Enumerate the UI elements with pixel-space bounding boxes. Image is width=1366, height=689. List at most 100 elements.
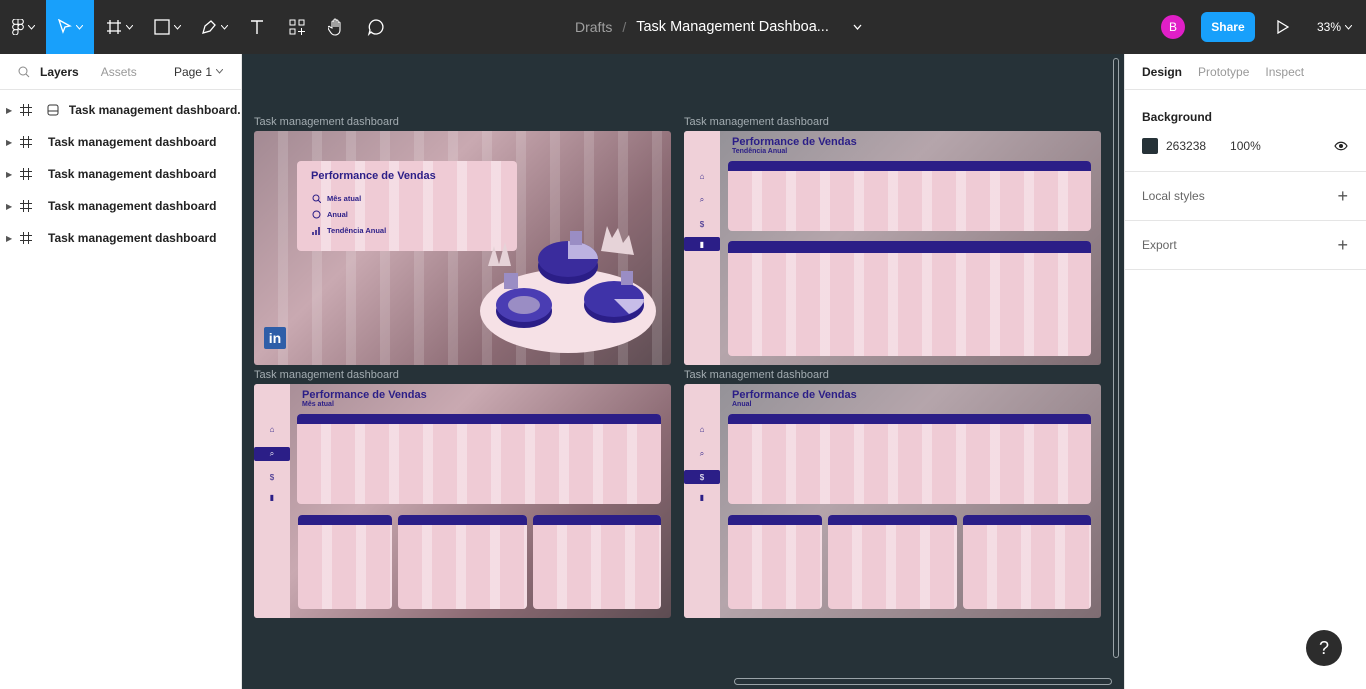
mini-sidebar: ⌂ ⌕ $ ▮ bbox=[684, 131, 720, 365]
chevron-down-icon bbox=[173, 24, 181, 30]
dashboard-title: Performance de Vendas bbox=[732, 389, 857, 401]
chart-card bbox=[533, 515, 661, 609]
card-header bbox=[298, 515, 392, 525]
caret-right-icon[interactable]: ▶ bbox=[6, 138, 14, 147]
text-tool[interactable] bbox=[238, 0, 276, 54]
file-name[interactable]: Task Management Dashboa... bbox=[636, 19, 829, 35]
figma-menu-button[interactable] bbox=[0, 0, 46, 54]
frame-label[interactable]: Task management dashboard bbox=[254, 116, 399, 128]
tab-design[interactable]: Design bbox=[1142, 65, 1182, 79]
tab-assets[interactable]: Assets bbox=[101, 65, 137, 79]
frame-tool[interactable] bbox=[94, 0, 144, 54]
background-section: Background 263238 100% bbox=[1125, 90, 1366, 172]
component-instance-icon bbox=[47, 104, 59, 116]
frame-icon bbox=[20, 136, 32, 148]
comment-tool[interactable] bbox=[354, 0, 398, 54]
zoom-control[interactable]: 33% bbox=[1317, 20, 1352, 34]
home-icon: ⌂ bbox=[269, 424, 275, 434]
eye-icon[interactable] bbox=[1334, 141, 1348, 151]
mini-sidebar: ⌂ ⌕ $ ▮ bbox=[254, 384, 290, 618]
frame-label[interactable]: Task management dashboard bbox=[684, 116, 829, 128]
horizontal-scrollbar[interactable] bbox=[734, 678, 1112, 685]
mini-sidebar: ⌂ ⌕ $ ▮ bbox=[684, 384, 720, 618]
chart-card bbox=[728, 161, 1091, 231]
move-tool[interactable] bbox=[46, 0, 94, 54]
dashboard-frame[interactable]: ⌂ ⌕ $ ▮ Performance de Vendas Anual bbox=[684, 384, 1101, 618]
card-header bbox=[963, 515, 1091, 525]
resources-tool[interactable] bbox=[276, 0, 318, 54]
layer-name: Task management dashboard bbox=[48, 199, 217, 213]
layer-name: Task management dashboard bbox=[48, 231, 217, 245]
hand-tool[interactable] bbox=[318, 0, 354, 54]
left-panel-tabs: Layers Assets Page 1 bbox=[0, 54, 241, 90]
local-styles-section: Local styles + bbox=[1125, 172, 1366, 221]
frame-label[interactable]: Task management dashboard bbox=[254, 369, 399, 381]
pen-tool[interactable] bbox=[190, 0, 238, 54]
magnifier-icon bbox=[312, 194, 321, 203]
chevron-down-icon bbox=[75, 24, 83, 30]
chart-card bbox=[963, 515, 1091, 609]
add-export-icon[interactable]: + bbox=[1337, 235, 1348, 256]
bg-hex-value[interactable]: 263238 bbox=[1166, 139, 1206, 153]
tab-prototype[interactable]: Prototype bbox=[1198, 65, 1249, 79]
avatar[interactable]: B bbox=[1160, 15, 1185, 39]
menu-item-trend: Tendência Anual bbox=[312, 226, 386, 235]
layout-grid-overlay bbox=[533, 515, 661, 609]
chart-card bbox=[297, 414, 661, 504]
linkedin-logo: in bbox=[264, 327, 286, 349]
dashboard-frame[interactable]: ⌂ ⌕ $ ▮ Performance de Vendas Tendência … bbox=[684, 131, 1101, 365]
shape-tool[interactable] bbox=[144, 0, 190, 54]
layout-grid-overlay bbox=[398, 515, 527, 609]
chart-card bbox=[828, 515, 957, 609]
tab-layers[interactable]: Layers bbox=[40, 65, 79, 79]
search-icon[interactable] bbox=[18, 66, 30, 78]
menu-item-label: Anual bbox=[327, 210, 348, 219]
properties-panel: Design Prototype Inspect Background 2632… bbox=[1124, 54, 1366, 689]
layout-grid-overlay bbox=[963, 515, 1091, 609]
top-toolbar: Drafts / Task Management Dashboa... B Sh… bbox=[0, 0, 1366, 54]
vertical-scrollbar[interactable] bbox=[1113, 58, 1119, 658]
chart-card bbox=[398, 515, 527, 609]
card-header bbox=[533, 515, 661, 525]
share-button[interactable]: Share bbox=[1200, 12, 1255, 42]
layer-row[interactable]: ▶ Task management dashboard bbox=[0, 126, 241, 158]
card-header bbox=[728, 414, 1091, 424]
play-icon[interactable] bbox=[1277, 20, 1289, 34]
layer-row[interactable]: ▶ Task management dashboard... bbox=[0, 94, 241, 126]
caret-right-icon[interactable]: ▶ bbox=[6, 234, 14, 243]
caret-right-icon[interactable]: ▶ bbox=[6, 170, 14, 179]
card-header bbox=[398, 515, 527, 525]
layer-name: Task management dashboard... bbox=[68, 103, 241, 117]
add-style-icon[interactable]: + bbox=[1337, 186, 1348, 207]
menu-item-annual: Anual bbox=[312, 210, 348, 219]
caret-right-icon[interactable]: ▶ bbox=[6, 106, 14, 115]
hand-icon bbox=[328, 18, 341, 36]
frame-icon bbox=[20, 168, 32, 180]
layer-row[interactable]: ▶ Task management dashboard bbox=[0, 158, 241, 190]
bg-opacity-value[interactable]: 100% bbox=[1230, 139, 1261, 153]
zoom-level: 33% bbox=[1316, 20, 1341, 34]
tab-inspect[interactable]: Inspect bbox=[1265, 65, 1304, 79]
dashboard-frame[interactable]: Performance de Vendas Mês atual Anual Te… bbox=[254, 131, 671, 365]
chart-card bbox=[728, 414, 1091, 504]
layout-grid-overlay bbox=[297, 414, 661, 504]
page-selector[interactable]: Page 1 bbox=[174, 65, 223, 79]
color-swatch[interactable] bbox=[1142, 138, 1158, 154]
layout-grid-overlay bbox=[728, 414, 1091, 504]
layout-grid-overlay bbox=[728, 161, 1091, 231]
dollar-icon bbox=[312, 210, 321, 219]
chevron-down-icon[interactable] bbox=[853, 24, 862, 30]
frame-label[interactable]: Task management dashboard bbox=[684, 369, 829, 381]
dashboard-frame[interactable]: ⌂ ⌕ $ ▮ Performance de Vendas Mês atual bbox=[254, 384, 671, 618]
caret-right-icon[interactable]: ▶ bbox=[6, 202, 14, 211]
page-selector-label: Page 1 bbox=[173, 64, 212, 79]
breadcrumb-drafts[interactable]: Drafts bbox=[575, 19, 612, 35]
dollar-icon: $ bbox=[699, 219, 705, 229]
chart-card bbox=[728, 241, 1091, 356]
layer-row[interactable]: ▶ Task management dashboard bbox=[0, 222, 241, 254]
design-canvas[interactable]: Task management dashboard Performance de… bbox=[242, 54, 1124, 689]
help-button[interactable]: ? bbox=[1306, 630, 1342, 666]
layout-grid-overlay bbox=[728, 515, 822, 609]
layer-row[interactable]: ▶ Task management dashboard bbox=[0, 190, 241, 222]
comment-icon bbox=[367, 19, 384, 36]
